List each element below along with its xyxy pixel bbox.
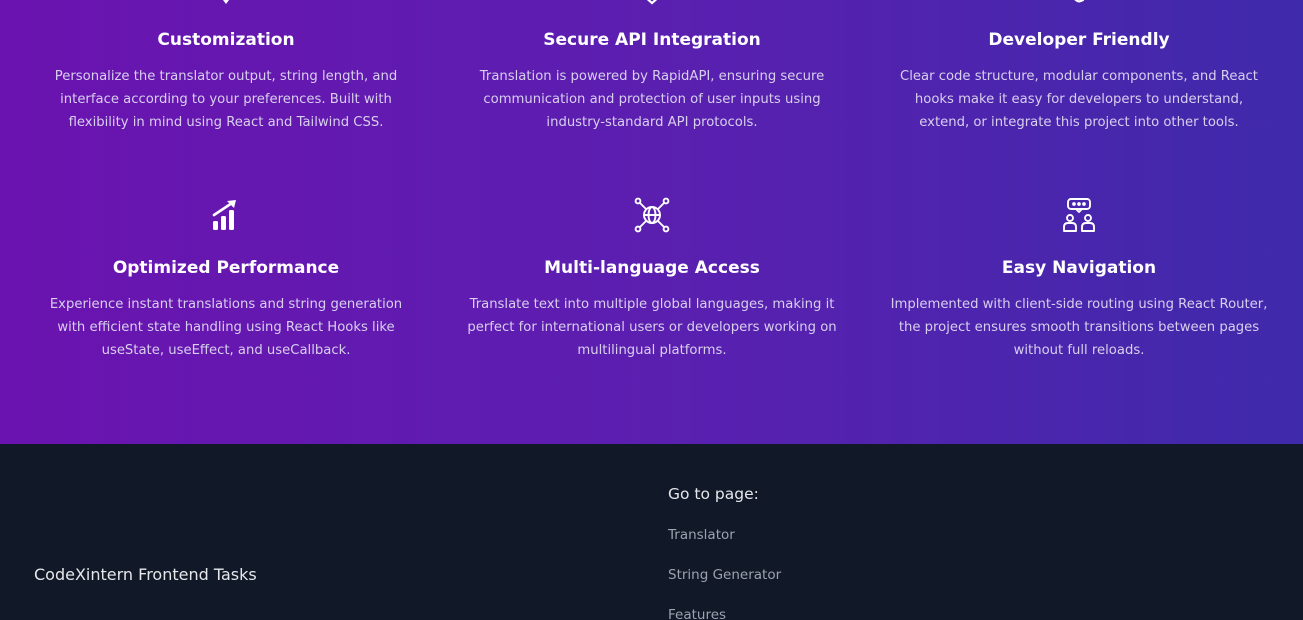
code-icon: [1059, 0, 1099, 6]
feature-description: Translation is powered by RapidAPI, ensu…: [479, 69, 825, 130]
footer-link-features[interactable]: Features: [668, 607, 726, 620]
globe-network-icon: [632, 195, 672, 235]
feature-title: Customization: [157, 30, 295, 50]
footer-brand: CodeXintern Frontend Tasks: [34, 565, 257, 584]
feature-description: Implemented with client-side routing usi…: [890, 297, 1268, 358]
feature-title: Optimized Performance: [112, 258, 340, 278]
footer: CodeXintern Frontend Tasks Go to page: T…: [0, 444, 1303, 620]
customize-icon: [206, 0, 246, 6]
footer-link-string-generator[interactable]: String Generator: [668, 567, 781, 583]
footer-link-translator[interactable]: Translator: [668, 527, 735, 543]
feature-description: Translate text into multiple global lang…: [467, 297, 837, 358]
feature-description: Personalize the translator output, strin…: [54, 69, 398, 130]
feature-title: Developer Friendly: [988, 30, 1170, 50]
feature-description: Clear code structure, modular components…: [900, 69, 1258, 130]
feature-title: Secure API Integration: [543, 30, 761, 50]
footer-goto-label: Go to page:: [668, 485, 759, 503]
feature-description: Experience instant translations and stri…: [49, 297, 403, 358]
feature-title: Multi-language Access: [544, 258, 760, 278]
users-chat-icon: [1059, 195, 1099, 235]
chart-growth-icon: [206, 195, 246, 235]
features-section: Customization Personalize the translator…: [0, 0, 1303, 444]
feature-title: Easy Navigation: [1001, 258, 1157, 278]
shield-icon: [632, 0, 672, 6]
